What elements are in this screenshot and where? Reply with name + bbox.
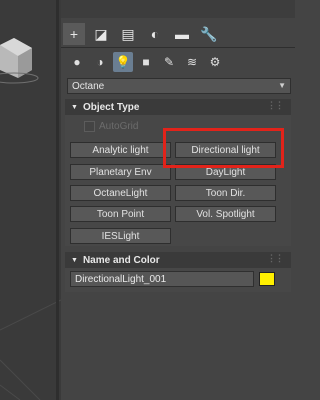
light-type-button[interactable]: Toon Point bbox=[70, 206, 171, 222]
tabs-divider bbox=[61, 47, 295, 48]
name-and-color-title: Name and Color bbox=[82, 254, 160, 266]
collapse-triangle-icon[interactable]: ▼ bbox=[71, 104, 78, 111]
command-panel-tabs: + ◪ ▤ ◐ ▬ 🔧 bbox=[63, 22, 293, 46]
autogrid-checkbox[interactable]: AutoGrid bbox=[84, 121, 138, 132]
object-name-value: DirectionalLight_001 bbox=[75, 273, 167, 285]
light-type-button[interactable]: OctaneLight bbox=[70, 185, 171, 201]
utilities-wrench-icon[interactable]: 🔧 bbox=[198, 23, 220, 45]
lights-bulb-icon[interactable]: 💡 bbox=[113, 52, 133, 72]
renderer-dropdown-value: Octane bbox=[72, 80, 105, 92]
systems-icon[interactable]: ⚙ bbox=[205, 52, 225, 72]
object-name-field[interactable]: DirectionalLight_001 bbox=[70, 271, 254, 287]
viewport-border bbox=[56, 0, 59, 400]
hierarchy-icon[interactable]: ▤ bbox=[117, 23, 139, 45]
collapse-triangle-icon[interactable]: ▼ bbox=[71, 257, 78, 264]
rollout-grip-icon[interactable]: ⋮⋮ bbox=[267, 100, 284, 111]
object-type-rollout-header[interactable]: ▼ Object Type ⋮⋮ bbox=[65, 99, 291, 115]
name-and-color-rollout-header[interactable]: ▼ Name and Color ⋮⋮ bbox=[65, 252, 291, 268]
autogrid-checkbox-box[interactable] bbox=[84, 121, 95, 132]
camera-icon[interactable]: ■ bbox=[136, 52, 156, 72]
light-type-button[interactable]: Toon Dir. bbox=[175, 185, 276, 201]
rollout-grip-icon[interactable]: ⋮⋮ bbox=[267, 253, 284, 264]
helpers-ruler-icon[interactable]: ✎ bbox=[159, 52, 179, 72]
viewcube-icon bbox=[0, 38, 39, 84]
light-type-button[interactable]: Planetary Env bbox=[70, 164, 171, 180]
object-type-title: Object Type bbox=[82, 101, 140, 113]
dropdown-arrow-icon[interactable]: ▼ bbox=[278, 81, 286, 90]
renderer-category-dropdown[interactable]: Octane ▼ bbox=[67, 78, 291, 94]
modify-curve-icon[interactable]: ◪ bbox=[90, 23, 112, 45]
light-type-button[interactable]: IESLight bbox=[70, 228, 171, 244]
plus-icon[interactable]: + bbox=[63, 23, 85, 45]
geometry-sphere-icon[interactable]: ● bbox=[67, 52, 87, 72]
spacewarps-icon[interactable]: ≋ bbox=[182, 52, 202, 72]
motion-icon[interactable]: ◐ bbox=[144, 23, 166, 45]
light-type-button[interactable]: Analytic light bbox=[70, 142, 171, 158]
object-color-swatch[interactable] bbox=[259, 272, 275, 286]
viewport[interactable] bbox=[0, 0, 62, 400]
display-monitor-icon[interactable]: ▬ bbox=[171, 23, 193, 45]
shapes-icon[interactable]: ◑ bbox=[90, 52, 110, 72]
viewport-scene bbox=[0, 38, 61, 400]
create-category-bar: ● ◑ 💡 ■ ✎ ≋ ⚙ bbox=[67, 51, 228, 73]
panel-top-strip bbox=[61, 0, 295, 18]
light-type-button[interactable]: Vol. Spotlight bbox=[175, 206, 276, 222]
highlight-annotation-box bbox=[163, 128, 284, 168]
autogrid-label: AutoGrid bbox=[99, 121, 139, 132]
